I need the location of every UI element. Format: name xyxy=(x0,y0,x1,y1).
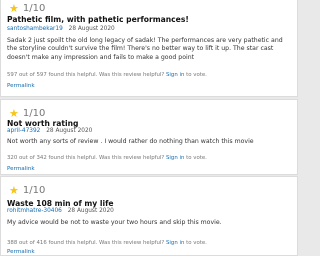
review-author[interactable]: rohitmhatre-30406 xyxy=(7,208,62,214)
review-text: My advice would be not to waste your two… xyxy=(7,219,222,226)
review-author[interactable]: santoshambekar19 xyxy=(7,26,63,32)
review-title[interactable]: Waste 108 min of my life xyxy=(7,199,114,208)
helpful-suffix: to vote. xyxy=(186,72,207,78)
helpful-line: 597 out of 597 found this helpful. Was t… xyxy=(7,72,207,78)
review-title[interactable]: Pathetic film, with pathetic performance… xyxy=(7,15,189,24)
rating-value: 1/10 xyxy=(22,185,46,196)
helpful-line: 320 out of 342 found this helpful. Was t… xyxy=(7,155,207,161)
star-icon: ★ xyxy=(9,2,19,15)
review-title[interactable]: Not worth rating xyxy=(7,119,78,128)
review-card: ★ 1/10 Waste 108 min of my life rohitmha… xyxy=(0,176,298,256)
review-text: Not worth any sorts of review . I would … xyxy=(7,138,254,145)
review-date: 28 August 2020 xyxy=(67,208,114,214)
review-text: Sadak 2 just spoilt the old long legacy … xyxy=(7,37,283,61)
helpful-suffix: to vote. xyxy=(186,155,207,161)
review-author[interactable]: april-47392 xyxy=(7,128,40,134)
review-card: ★ 1/10 Pathetic film, with pathetic perf… xyxy=(0,0,298,97)
helpful-text: 597 out of 597 found this helpful. Was t… xyxy=(7,72,165,78)
rating-row: ★ 1/10 xyxy=(9,185,45,196)
review-meta: rohitmhatre-30406 28 August 2020 xyxy=(7,208,114,214)
star-icon: ★ xyxy=(9,107,19,120)
permalink-link[interactable]: Permalink xyxy=(7,249,35,255)
rating-row: ★ 1/10 xyxy=(9,108,45,119)
sign-in-link[interactable]: Sign in xyxy=(166,240,184,246)
sign-in-link[interactable]: Sign in xyxy=(166,155,184,161)
helpful-text: 320 out of 342 found this helpful. Was t… xyxy=(7,155,165,161)
reviews-page: ★ 1/10 Pathetic film, with pathetic perf… xyxy=(0,0,300,256)
rating-value: 1/10 xyxy=(22,3,46,14)
helpful-line: 388 out of 416 found this helpful. Was t… xyxy=(7,240,207,246)
helpful-suffix: to vote. xyxy=(186,240,207,246)
review-meta: santoshambekar19 28 August 2020 xyxy=(7,26,115,32)
review-card: ★ 1/10 Not worth rating april-47392 28 A… xyxy=(0,99,298,175)
review-date: 28 August 2020 xyxy=(46,128,93,134)
review-date: 28 August 2020 xyxy=(68,26,115,32)
star-icon: ★ xyxy=(9,184,19,197)
permalink-link[interactable]: Permalink xyxy=(7,166,35,172)
review-meta: april-47392 28 August 2020 xyxy=(7,128,92,134)
helpful-text: 388 out of 416 found this helpful. Was t… xyxy=(7,240,165,246)
rating-value: 1/10 xyxy=(22,108,46,119)
rating-row: ★ 1/10 xyxy=(9,3,45,14)
permalink-link[interactable]: Permalink xyxy=(7,83,35,89)
sign-in-link[interactable]: Sign in xyxy=(166,72,184,78)
